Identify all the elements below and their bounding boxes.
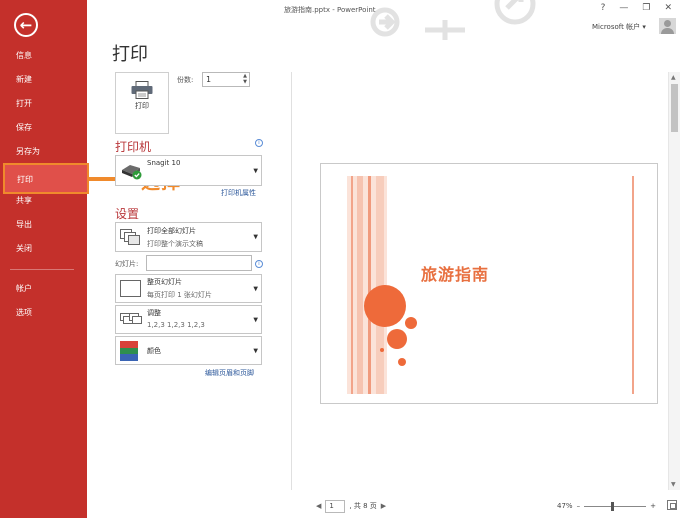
preview-scrollbar[interactable]: ▲ ▼ — [668, 72, 680, 490]
window-title: 旅游指南.pptx - PowerPoint — [284, 6, 376, 14]
scrollbar-thumb[interactable] — [671, 84, 678, 132]
nav-item-close[interactable]: 关闭 — [0, 239, 87, 259]
edit-header-footer-link[interactable]: 编辑页眉和页脚 — [205, 368, 254, 378]
printer-icon — [131, 81, 153, 99]
scroll-down-icon[interactable]: ▼ — [671, 481, 676, 488]
print-button-label: 打印 — [135, 102, 149, 110]
chevron-down-icon: ▼ — [253, 347, 258, 354]
page-title: 打印 — [112, 44, 148, 65]
printer-ready-icon — [122, 165, 142, 180]
collate-main: 调整 — [147, 309, 161, 317]
page-total: , 共 8 页 — [349, 502, 377, 510]
back-arrow-icon[interactable]: ← — [14, 13, 38, 37]
nav-item-save[interactable]: 保存 — [0, 118, 87, 138]
zoom-slider-thumb[interactable] — [611, 501, 615, 511]
page-navigator: ◀ 1 , 共 8 页 ▶ — [316, 499, 386, 513]
slide-decoration — [347, 176, 634, 394]
chevron-down-icon: ▼ — [253, 167, 258, 174]
account-name[interactable]: Microsoft 帐户 ▾ — [592, 22, 646, 32]
next-page-icon[interactable]: ▶ — [381, 502, 386, 510]
account-label: Microsoft 帐户 — [592, 23, 641, 31]
printer-select[interactable]: Snagit 10 ▼ — [115, 155, 262, 186]
nav-item-export[interactable]: 导出 — [0, 215, 87, 235]
chevron-down-icon: ▼ — [253, 316, 258, 323]
close-icon[interactable]: ✕ — [664, 3, 672, 13]
print-what-select[interactable]: 打印全部幻灯片 打印整个演示文稿 ▼ — [115, 222, 262, 252]
slide-preview: 旅游指南 — [320, 163, 658, 404]
window-controls: ? — ❐ ✕ — [601, 3, 672, 13]
print-what-sub: 打印整个演示文稿 — [147, 240, 203, 248]
nav-item-info[interactable]: 信息 — [0, 46, 87, 66]
avatar[interactable] — [659, 18, 676, 34]
chevron-down-icon: ▼ — [253, 233, 258, 241]
printer-properties-link[interactable]: 打印机属性 — [221, 188, 256, 198]
layout-main: 整页幻灯片 — [147, 278, 182, 286]
nav-divider — [10, 269, 74, 270]
print-what-main: 打印全部幻灯片 — [147, 227, 196, 235]
restore-icon[interactable]: ❐ — [642, 3, 650, 13]
nav-item-save-as[interactable]: 另存为 — [0, 142, 87, 162]
settings-heading: 设置 — [115, 207, 140, 221]
chevron-down-icon: ▼ — [253, 285, 258, 292]
copies-value: 1 — [206, 75, 212, 84]
slide-title: 旅游指南 — [421, 265, 490, 284]
slides-label: 幻灯片: — [115, 260, 139, 268]
all-slides-icon — [120, 229, 140, 245]
nav-item-share[interactable]: 共享 — [0, 191, 87, 211]
collate-sub: 1,2,3 1,2,3 1,2,3 — [147, 321, 205, 329]
color-select[interactable]: 颜色 ▼ — [115, 336, 262, 365]
backstage-nav: ← 信息 新建 打开 保存 另存为 打印 共享 导出 关闭 帐户 选项 — [0, 0, 89, 518]
nav-item-options[interactable]: 选项 — [0, 303, 87, 323]
preview-divider — [291, 72, 292, 490]
nav-item-open[interactable]: 打开 — [0, 94, 87, 114]
collate-select[interactable]: 调整 1,2,3 1,2,3 1,2,3 ▼ — [115, 305, 262, 334]
info-icon[interactable]: i — [255, 260, 263, 268]
printer-heading: 打印机 — [115, 140, 152, 154]
full-page-slide-icon — [120, 280, 141, 297]
background-decoration — [370, 0, 536, 40]
slides-input[interactable] — [146, 255, 252, 271]
zoom-in-icon[interactable]: + — [650, 502, 656, 510]
zoom-control: 47% – + — [557, 501, 656, 511]
copies-stepper[interactable]: 1 ▲ ▼ — [202, 72, 250, 87]
minimize-icon[interactable]: — — [619, 3, 628, 13]
collate-icon — [120, 313, 142, 324]
fit-to-window-icon[interactable] — [667, 500, 677, 510]
zoom-slider[interactable] — [584, 501, 647, 511]
zoom-level: 47% — [557, 502, 573, 510]
copies-label: 份数: — [177, 76, 194, 84]
previous-page-icon[interactable]: ◀ — [316, 502, 321, 510]
color-main: 颜色 — [147, 347, 161, 355]
spin-arrows-icon[interactable]: ▲ ▼ — [243, 73, 247, 85]
page-number-input[interactable]: 1 — [325, 499, 346, 513]
scroll-up-icon[interactable]: ▲ — [671, 74, 676, 81]
print-button[interactable]: 打印 — [115, 72, 169, 134]
help-icon[interactable]: ? — [601, 3, 606, 13]
printer-name: Snagit 10 — [147, 159, 181, 167]
layout-select[interactable]: 整页幻灯片 每页打印 1 张幻灯片 ▼ — [115, 274, 262, 303]
nav-item-print[interactable]: 打印 — [3, 163, 89, 194]
color-swatch-icon — [120, 341, 138, 361]
zoom-out-icon[interactable]: – — [577, 502, 581, 510]
layout-sub: 每页打印 1 张幻灯片 — [147, 291, 212, 299]
nav-item-new[interactable]: 新建 — [0, 70, 87, 90]
nav-item-account[interactable]: 帐户 — [0, 279, 87, 299]
info-icon[interactable]: i — [255, 139, 263, 147]
